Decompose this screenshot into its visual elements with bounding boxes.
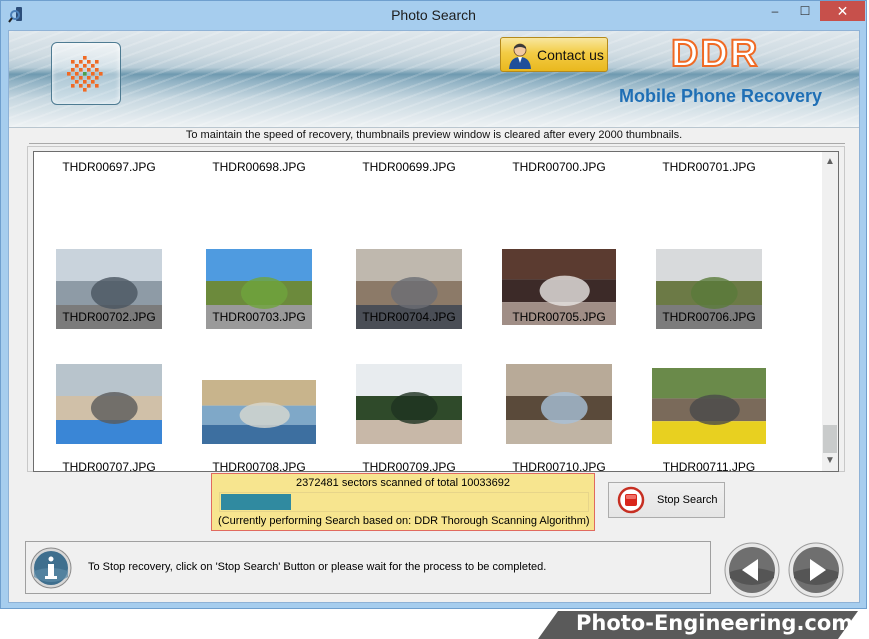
- thumbnail-image[interactable]: [356, 364, 462, 444]
- footer-brand: Photo-Engineering.com: [576, 611, 854, 635]
- contact-us-button[interactable]: Contact us: [500, 37, 608, 72]
- info-message: To Stop recovery, click on 'Stop Search'…: [88, 561, 547, 573]
- thumbnail-filename: THDR00706.JPG: [662, 310, 756, 324]
- thumbnail-image[interactable]: [202, 380, 316, 444]
- thumbnail-filename: THDR00700.JPG: [512, 160, 606, 174]
- product-name: Mobile Phone Recovery: [619, 86, 823, 106]
- close-button[interactable]: ✕: [820, 1, 865, 21]
- thumbnail-image[interactable]: [56, 364, 162, 444]
- back-arrow-icon[interactable]: [724, 542, 780, 598]
- thumbnail-image[interactable]: [652, 368, 766, 444]
- minimize-button[interactable]: –: [761, 1, 789, 21]
- thumbnail-filename: THDR00711.JPG: [662, 460, 756, 472]
- brand-logo-text: DDR: [670, 32, 760, 76]
- thumbnail-filename: THDR00702.JPG: [62, 310, 156, 324]
- notice-text: To maintain the speed of recovery, thumb…: [185, 129, 683, 141]
- checker-logo-icon: [67, 56, 103, 92]
- divider: [29, 143, 845, 144]
- app-logo: [51, 42, 121, 105]
- thumbnail-filename: THDR00697.JPG: [62, 160, 156, 174]
- thumbnail-filename: THDR00703.JPG: [212, 310, 306, 324]
- header-banner: Contact us DDR Mobile Phone Recovery: [9, 31, 859, 128]
- scan-status-panel: 2372481 sectors scanned of total 1003369…: [211, 473, 595, 531]
- stop-icon: [617, 486, 645, 514]
- info-icon: [30, 547, 72, 589]
- thumbnail-filename: THDR00704.JPG: [362, 310, 456, 324]
- client-area: Contact us DDR Mobile Phone Recovery To …: [8, 30, 860, 603]
- stop-search-label: Stop Search: [657, 494, 718, 506]
- sectors-scanned-text: 2372481 sectors scanned of total 1003369…: [295, 477, 511, 489]
- thumbnail-filename: THDR00710.JPG: [512, 460, 606, 472]
- scroll-down-icon[interactable]: ▼: [822, 453, 838, 469]
- title-bar: Photo Search – ☐ ✕: [1, 1, 866, 29]
- thumbnail-filename: THDR00699.JPG: [362, 160, 456, 174]
- scan-progress-bar: [219, 492, 589, 512]
- algorithm-text: (Currently performing Search based on: D…: [218, 515, 590, 527]
- window-title: Photo Search: [391, 7, 476, 23]
- contact-us-label: Contact us: [537, 46, 604, 63]
- thumbnail-image[interactable]: [506, 364, 612, 444]
- next-arrow-icon[interactable]: [788, 542, 844, 598]
- thumbnail-filename: THDR00708.JPG: [212, 460, 306, 472]
- thumbnail-grid[interactable]: ▲ ▼ THDR00697.JPG THDR00698.JPG THDR00699.…: [33, 151, 839, 472]
- person-icon: [509, 43, 531, 69]
- vertical-scrollbar[interactable]: ▲ ▼: [822, 152, 838, 471]
- thumbnail-filename: THDR00705.JPG: [512, 310, 606, 324]
- thumbnail-filename: THDR00701.JPG: [662, 160, 756, 174]
- thumbnail-filename: THDR00709.JPG: [362, 460, 456, 472]
- thumbnail-filename: THDR00698.JPG: [212, 160, 306, 174]
- stop-search-button[interactable]: Stop Search: [608, 482, 725, 518]
- progress-fill: [221, 494, 291, 510]
- app-window: Photo Search – ☐ ✕ Contact us DDR Mobile…: [0, 0, 867, 609]
- maximize-button[interactable]: ☐: [791, 1, 819, 21]
- info-panel: To Stop recovery, click on 'Stop Search'…: [25, 541, 711, 594]
- scroll-up-icon[interactable]: ▲: [822, 154, 838, 170]
- scrollbar-thumb[interactable]: [823, 425, 837, 453]
- thumbnail-filename: THDR00707.JPG: [62, 460, 156, 472]
